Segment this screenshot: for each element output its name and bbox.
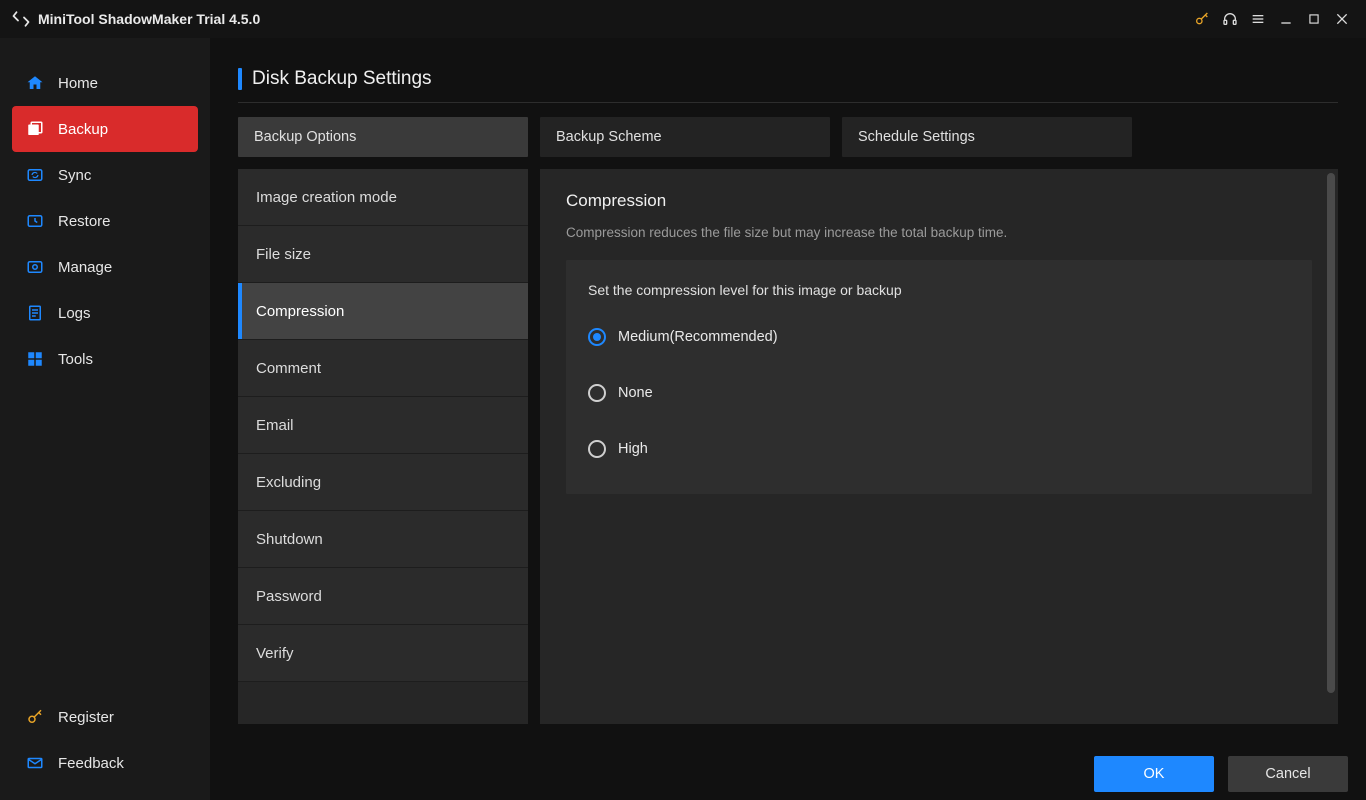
sidebar-item-label: Restore [58,213,111,230]
option-verify[interactable]: Verify [238,625,528,682]
titlebar-minimize-icon[interactable] [1272,5,1300,33]
titlebar-headset-icon[interactable] [1216,5,1244,33]
sidebar-item-label: Home [58,75,98,92]
tab-label: Backup Options [254,129,356,145]
tools-icon [26,350,44,368]
panel-title: Compression [566,191,1312,211]
sidebar-item-label: Tools [58,351,93,368]
radio-compression-high[interactable]: High [588,434,1290,464]
sidebar-item-restore[interactable]: Restore [12,198,198,244]
page-header: Disk Backup Settings [238,68,1338,103]
titlebar-menu-icon[interactable] [1244,5,1272,33]
logs-icon [26,304,44,322]
titlebar: MiniTool ShadowMaker Trial 4.5.0 [0,0,1366,38]
option-label: Password [256,588,322,605]
option-shutdown[interactable]: Shutdown [238,511,528,568]
titlebar-close-icon[interactable] [1328,5,1356,33]
sidebar-item-backup[interactable]: Backup [12,106,198,152]
option-excluding[interactable]: Excluding [238,454,528,511]
app-title: MiniTool ShadowMaker Trial 4.5.0 [38,11,260,27]
titlebar-maximize-icon[interactable] [1300,5,1328,33]
sidebar-item-label: Sync [58,167,91,184]
sidebar-item-feedback[interactable]: Feedback [12,740,198,786]
sidebar-item-register[interactable]: Register [12,694,198,740]
tab-label: Schedule Settings [858,129,975,145]
sidebar-item-tools[interactable]: Tools [12,336,198,382]
app-logo-icon [12,10,30,28]
page-title: Disk Backup Settings [252,68,432,90]
option-compression[interactable]: Compression [238,283,528,340]
backup-icon [26,120,44,138]
tab-label: Backup Scheme [556,129,662,145]
radio-icon [588,384,606,402]
radio-icon [588,440,606,458]
titlebar-key-icon[interactable] [1188,5,1216,33]
options-list: Image creation mode File size Compressio… [238,169,528,724]
panel-description: Compression reduces the file size but ma… [566,225,1312,240]
option-label: File size [256,246,311,263]
sidebar: Home Backup Sync Restore Manage Logs [0,38,210,800]
option-email[interactable]: Email [238,397,528,454]
tab-schedule-settings[interactable]: Schedule Settings [842,117,1132,157]
radio-compression-medium[interactable]: Medium(Recommended) [588,322,1290,352]
option-label: Comment [256,360,321,377]
option-label: Image creation mode [256,189,397,206]
settings-tabs: Backup Options Backup Scheme Schedule Se… [238,117,1338,157]
mail-icon [26,754,44,772]
header-accent-bar [238,68,242,90]
option-label: Compression [256,303,344,320]
tab-backup-scheme[interactable]: Backup Scheme [540,117,830,157]
option-file-size[interactable]: File size [238,226,528,283]
sidebar-item-label: Register [58,709,114,726]
sidebar-item-label: Manage [58,259,112,276]
radio-compression-none[interactable]: None [588,378,1290,408]
sidebar-item-label: Feedback [58,755,124,772]
sync-icon [26,166,44,184]
ok-button[interactable]: OK [1094,756,1214,792]
tab-backup-options[interactable]: Backup Options [238,117,528,157]
radio-label: Medium(Recommended) [618,329,778,345]
compression-group: Set the compression level for this image… [566,260,1312,494]
panel-scrollbar[interactable] [1327,173,1335,693]
option-comment[interactable]: Comment [238,340,528,397]
option-label: Email [256,417,294,434]
option-label: Verify [256,645,294,662]
button-label: OK [1144,766,1165,782]
sidebar-item-label: Logs [58,305,91,322]
sidebar-item-manage[interactable]: Manage [12,244,198,290]
button-label: Cancel [1265,766,1310,782]
sidebar-item-sync[interactable]: Sync [12,152,198,198]
compression-subtitle: Set the compression level for this image… [588,282,1290,298]
sidebar-item-logs[interactable]: Logs [12,290,198,336]
key-icon [26,708,44,726]
restore-icon [26,212,44,230]
option-password[interactable]: Password [238,568,528,625]
option-label: Shutdown [256,531,323,548]
radio-icon [588,328,606,346]
home-icon [26,74,44,92]
content-area: Disk Backup Settings Backup Options Back… [210,38,1366,800]
radio-label: High [618,441,648,457]
option-label: Excluding [256,474,321,491]
sidebar-item-home[interactable]: Home [12,60,198,106]
manage-icon [26,258,44,276]
settings-panel: Compression Compression reduces the file… [540,169,1338,724]
sidebar-item-label: Backup [58,121,108,138]
cancel-button[interactable]: Cancel [1228,756,1348,792]
radio-label: None [618,385,653,401]
footer-buttons: OK Cancel [1094,756,1348,792]
option-image-creation-mode[interactable]: Image creation mode [238,169,528,226]
